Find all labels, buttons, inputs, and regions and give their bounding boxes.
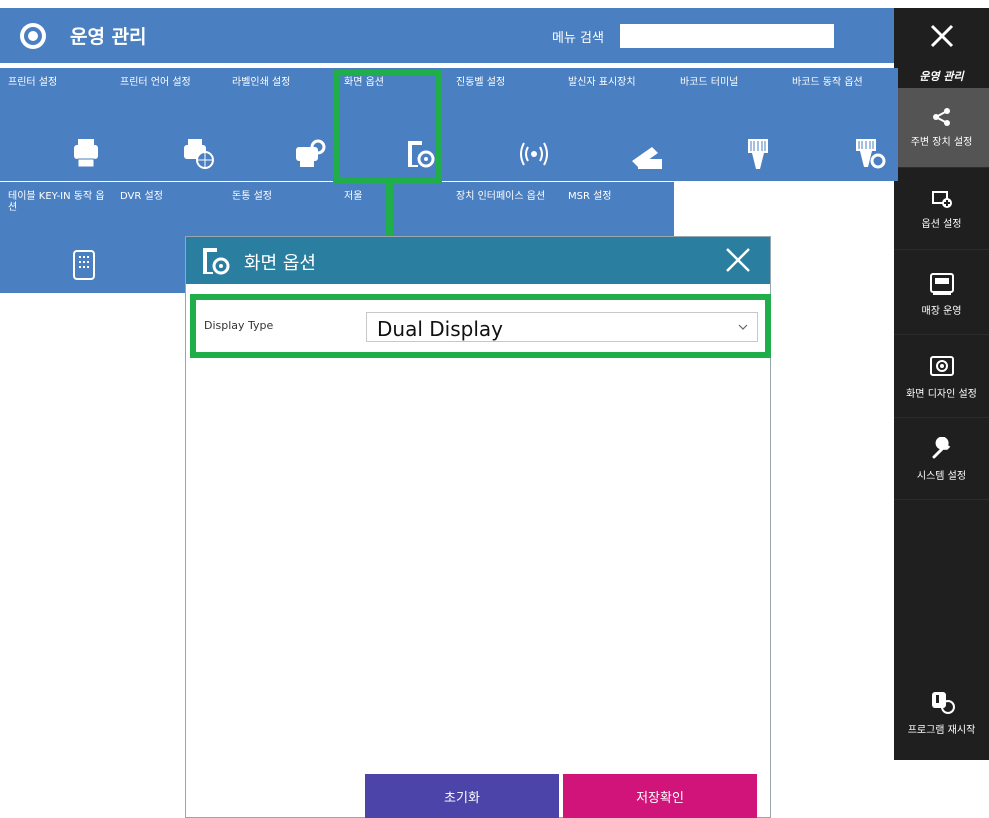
search-input[interactable] — [620, 24, 834, 48]
share-icon — [932, 108, 950, 126]
tile-table-keyin[interactable]: 테이블 KEY-IN 동작 옵션 — [0, 182, 114, 293]
chevron-down-icon — [738, 324, 748, 330]
tile-device-interface[interactable]: 장치 인터페이스 옵션 — [448, 182, 562, 236]
app-root: { "header": { "title": "운영 관리", "search_… — [0, 0, 989, 818]
tile-label: 화면 옵션 — [344, 77, 384, 88]
tile-printer-settings[interactable]: 프린터 설정 — [0, 68, 114, 181]
tile-label: 프린터 언어 설정 — [120, 77, 191, 88]
printer-globe-icon — [184, 139, 214, 169]
right-sidebar: 운영 관리 주변 장치 설정 옵션 설정 매장 운영 화면 디자인 설정 시스템… — [894, 8, 989, 760]
barcode-terminal-icon — [748, 139, 768, 169]
keypad-icon — [73, 250, 95, 280]
save-button[interactable]: 저장확인 — [563, 774, 757, 818]
display-type-select[interactable]: Dual Display — [366, 312, 758, 342]
tile-scale[interactable]: 저울 — [336, 182, 450, 236]
restart-icon — [931, 691, 955, 714]
tile-barcode-options[interactable]: 바코드 동작 옵션 — [784, 68, 898, 181]
page-title: 운영 관리 — [70, 26, 147, 48]
tile-label: 라벨인쇄 설정 — [232, 77, 291, 88]
tile-label: 프린터 설정 — [8, 77, 58, 88]
tile-caller-id[interactable]: 발신자 표시장치 — [560, 68, 674, 181]
close-icon — [930, 24, 953, 47]
reset-button[interactable]: 초기화 — [365, 774, 559, 818]
tile-label-print[interactable]: 라벨인쇄 설정 — [224, 68, 338, 181]
label-printer-icon — [296, 139, 326, 167]
sidebar-item-label: 매장 운영 — [921, 306, 962, 317]
display-type-value: Dual Display — [377, 317, 503, 341]
sidebar-item-label: 화면 디자인 설정 — [906, 389, 977, 400]
tile-label: 저울 — [344, 191, 363, 202]
screen-option-icon — [203, 248, 230, 275]
sidebar-item-screen-design[interactable]: 화면 디자인 설정 — [894, 338, 989, 418]
sidebar-item-options[interactable]: 옵션 설정 — [894, 170, 989, 250]
tile-barcode-terminal[interactable]: 바코드 터미널 — [672, 68, 786, 181]
register-icon — [929, 273, 954, 295]
tile-vibration-bell[interactable]: 진동벨 설정 — [448, 68, 562, 181]
sidebar-item-peripheral[interactable]: 주변 장치 설정 — [894, 88, 989, 168]
tile-label: 돈통 설정 — [232, 191, 272, 202]
sidebar-item-label: 시스템 설정 — [916, 471, 967, 482]
close-icon[interactable] — [724, 246, 752, 274]
barcode-option-icon — [856, 139, 886, 169]
tile-label: 발신자 표시장치 — [568, 77, 636, 88]
sidebar-item-label: 프로그램 재시작 — [907, 724, 976, 736]
sidebar-item-system[interactable]: 시스템 설정 — [894, 420, 989, 500]
tile-screen-options[interactable]: 화면 옵션 — [336, 68, 450, 181]
display-type-highlight: Display Type Dual Display — [190, 294, 771, 358]
tile-label: DVR 설정 — [120, 191, 163, 202]
sidebar-title: 운영 관리 — [919, 70, 964, 83]
sidebar-item-label: 주변 장치 설정 — [910, 137, 973, 148]
sidebar-item-restart[interactable]: 프로그램 재시작 — [894, 672, 989, 752]
tile-label: 바코드 동작 옵션 — [792, 77, 863, 88]
sidebar-item-label: 옵션 설정 — [921, 219, 962, 230]
tile-label: 진동벨 설정 — [456, 77, 506, 88]
printer-icon — [74, 139, 98, 168]
top-header: 운영 관리 메뉴 검색 — [0, 8, 894, 63]
tile-label: 장치 인터페이스 옵션 — [456, 191, 546, 202]
vibration-bell-icon — [520, 142, 548, 166]
tile-label: MSR 설정 — [568, 191, 612, 202]
tile-cash-drawer[interactable]: 돈통 설정 — [224, 182, 338, 236]
gear-icon — [20, 23, 46, 49]
tile-printer-language[interactable]: 프린터 언어 설정 — [112, 68, 226, 181]
screen-options-dialog: 화면 옵션 Display Type Dual Display 초기화 저장확인 — [185, 236, 771, 818]
tile-label: 바코드 터미널 — [680, 77, 739, 88]
close-button[interactable] — [894, 8, 989, 63]
caller-id-icon — [632, 147, 662, 169]
display-type-label: Display Type — [204, 319, 274, 332]
search-label: 메뉴 검색 — [552, 31, 604, 46]
screen-plus-icon — [931, 191, 952, 208]
dialog-header: 화면 옵션 — [186, 237, 770, 284]
dialog-title: 화면 옵션 — [244, 253, 316, 274]
tile-msr[interactable]: MSR 설정 — [560, 182, 674, 236]
tile-label: 테이블 KEY-IN 동작 옵션 — [8, 191, 105, 213]
screen-option-icon — [408, 141, 435, 168]
screen-gear-icon — [929, 356, 954, 376]
wrench-icon — [932, 437, 950, 459]
sidebar-item-store[interactable]: 매장 운영 — [894, 255, 989, 335]
